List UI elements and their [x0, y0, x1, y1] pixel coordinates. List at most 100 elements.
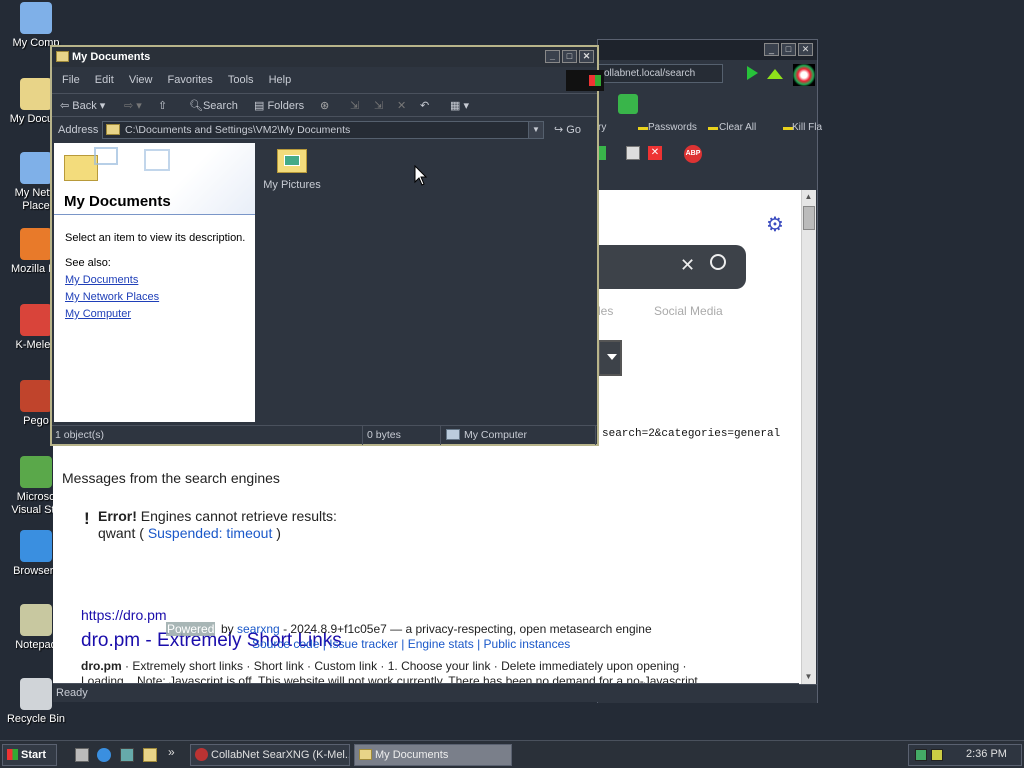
maximize-button[interactable]: □ [781, 43, 796, 56]
ie-quicklaunch-icon[interactable] [97, 748, 111, 762]
powered-by-line: by searxng - 2024.8.9+f1c05e7 — a privac… [221, 622, 652, 636]
taskbar: Start » CollabNet SearXNG (K-Mel... My D… [0, 740, 1024, 768]
clear-search-icon[interactable]: ✕ [680, 255, 695, 276]
explorer-quicklaunch-icon[interactable] [143, 748, 157, 762]
download-icon[interactable] [618, 94, 638, 114]
up-folder-icon[interactable]: ⇧ [158, 94, 167, 118]
engine-name: qwant [98, 525, 136, 541]
see-also-label: See also: [65, 257, 111, 269]
go-arrow-icon[interactable] [747, 66, 758, 80]
explorer-title: My Documents [72, 51, 151, 63]
pego-icon [20, 380, 52, 412]
close-tab-icon[interactable]: ✕ [648, 146, 662, 160]
explorer-titlebar[interactable]: My Documents _ □ ✕ [52, 47, 597, 67]
footer-link-source-code[interactable]: Source code [252, 637, 319, 651]
result-snippet-text: · Extremely short links · Short link · C… [121, 659, 687, 673]
move-to-icon[interactable]: ⇲ [350, 94, 359, 118]
menu-view[interactable]: View [129, 74, 153, 86]
see-also-my-documents[interactable]: My Documents [65, 274, 138, 286]
file-item-my-pictures[interactable]: My Pictures [262, 149, 322, 191]
query-url-text: search=2&categories=general [602, 428, 781, 440]
kmeleon-icon [20, 304, 52, 336]
footer-link-public-instances[interactable]: Public instances [484, 637, 571, 651]
back-label: Back [72, 100, 97, 112]
delete-icon[interactable]: ✕ [397, 94, 406, 118]
dropdown-button[interactable] [598, 340, 622, 376]
engine-status-link[interactable]: Suspended: timeout [148, 525, 273, 541]
menu-file[interactable]: File [62, 74, 80, 86]
quicklaunch-more-icon[interactable]: » [168, 745, 175, 759]
vertical-scrollbar[interactable]: ▲ ▼ [801, 190, 816, 684]
explorer-statusbar: 1 object(s) 0 bytes My Computer [52, 425, 597, 445]
desktop-icon-my-computer[interactable]: My Comp [0, 2, 72, 50]
menu-help[interactable]: Help [269, 74, 292, 86]
pictures-folder-icon [277, 149, 307, 173]
views-icon[interactable]: ▦ ▾ [450, 94, 469, 118]
copy-to-icon[interactable]: ⇲ [374, 94, 383, 118]
error-label: Error! [98, 508, 137, 524]
firefox-icon [20, 228, 52, 260]
undo-icon[interactable]: ↶ [420, 94, 429, 118]
task-label-browser: CollabNet SearXNG (K-Mel... [211, 749, 350, 761]
minimize-button[interactable]: _ [764, 43, 779, 56]
category-tab-social-media[interactable]: Social Media [654, 304, 723, 318]
search-button[interactable]: 🔍︎Search [189, 94, 238, 118]
start-button[interactable]: Start [2, 744, 57, 766]
bookmark-item[interactable]: ry [598, 122, 606, 133]
tab-icon[interactable] [626, 146, 640, 160]
back-button[interactable]: ⇦ Back ▾ [60, 94, 105, 118]
search-icon[interactable] [710, 254, 726, 270]
scroll-thumb[interactable] [803, 206, 815, 230]
url-text: collabnet.local/search [599, 68, 696, 79]
bookmark-kill-flash[interactable]: Kill Fla [792, 122, 822, 133]
footer-link-engine-stats[interactable]: Engine stats [408, 637, 474, 651]
menu-tools[interactable]: Tools [228, 74, 254, 86]
menu-favorites[interactable]: Favorites [168, 74, 213, 86]
quicklaunch-icon[interactable] [120, 748, 134, 762]
toolbar-icon[interactable] [598, 146, 606, 160]
show-desktop-icon[interactable] [75, 748, 89, 762]
status-location-label: My Computer [464, 429, 528, 441]
url-bar[interactable]: collabnet.local/search [598, 64, 723, 83]
bookmark-clear-all[interactable]: Clear All [719, 122, 756, 133]
category-tab-files[interactable]: les [598, 304, 613, 318]
result-snippet-2: Loading... Note: Javascript is off. This… [81, 674, 698, 683]
search-box[interactable]: ✕ [598, 245, 746, 289]
folder-options-icon[interactable]: ⊛ [320, 94, 329, 118]
browser-titlebar: _ □ ✕ [598, 40, 817, 60]
system-tray: 2:36 PM [908, 744, 1022, 766]
close-button[interactable]: ✕ [798, 43, 813, 56]
kmeleon-logo-icon [793, 64, 815, 86]
menu-edit[interactable]: Edit [95, 74, 114, 86]
maximize-button[interactable]: □ [562, 50, 577, 63]
minimize-button[interactable]: _ [545, 50, 560, 63]
up-arrow-icon[interactable] [767, 69, 783, 79]
tray-icon[interactable] [931, 749, 943, 761]
version-text: - 2024.8.9+f1c05e7 — a privacy-respectin… [283, 622, 652, 636]
result-url[interactable]: https://dro.pm [81, 607, 167, 623]
settings-gear-icon[interactable]: ⚙ [766, 212, 784, 237]
task-button-explorer[interactable]: My Documents [354, 744, 512, 766]
address-field[interactable]: C:\Documents and Settings\VM2\My Documen… [102, 121, 544, 139]
my-documents-icon [20, 78, 52, 110]
adblock-icon[interactable]: ABP [684, 145, 702, 163]
footer-link-issue-tracker[interactable]: Issue tracker [329, 637, 398, 651]
powered-by-text: by [221, 622, 234, 636]
go-button[interactable]: ↪ Go [554, 119, 581, 141]
browserver-icon [20, 530, 52, 562]
forward-button[interactable]: ⇨ ▾ [124, 94, 142, 118]
error-message: Error! Engines cannot retrieve results: [98, 508, 337, 524]
see-also-my-computer[interactable]: My Computer [65, 308, 131, 320]
close-button[interactable]: ✕ [579, 50, 594, 63]
status-location: My Computer [442, 426, 596, 445]
scroll-up-icon[interactable]: ▲ [803, 192, 814, 202]
task-button-browser[interactable]: CollabNet SearXNG (K-Mel... [190, 744, 350, 766]
searxng-link[interactable]: searxng [237, 622, 280, 636]
folders-button[interactable]: ▤ Folders [254, 94, 304, 118]
network-places-icon [20, 152, 52, 184]
network-tray-icon[interactable] [915, 749, 927, 761]
bookmark-passwords[interactable]: Passwords [648, 122, 697, 133]
see-also-network-places[interactable]: My Network Places [65, 291, 159, 303]
address-dropdown-icon[interactable]: ▼ [528, 122, 543, 138]
scroll-down-icon[interactable]: ▼ [803, 672, 814, 682]
